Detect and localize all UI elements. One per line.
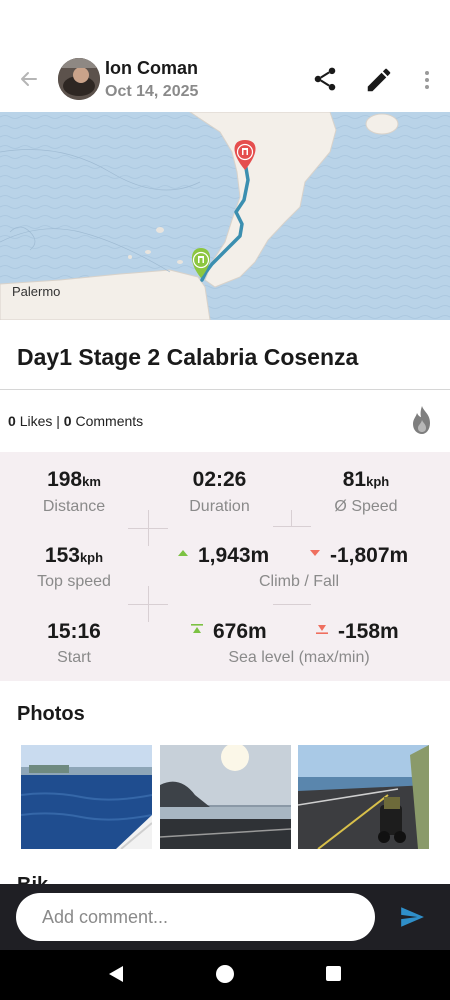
nav-home-button[interactable] xyxy=(216,965,234,983)
climb-up-icon xyxy=(178,550,188,557)
stats-divider xyxy=(273,526,311,527)
share-icon xyxy=(314,67,336,91)
stats-divider xyxy=(148,586,149,622)
more-options-button[interactable] xyxy=(416,65,438,95)
route-map[interactable]: Palermo xyxy=(0,112,450,320)
comments-label: Comments xyxy=(75,413,144,429)
arrow-left-icon xyxy=(21,72,37,86)
photo-thumbnail[interactable] xyxy=(21,745,152,849)
system-nav-bar xyxy=(0,950,450,1000)
status-bar xyxy=(0,0,450,44)
stats-divider xyxy=(273,604,311,605)
more-vert-icon xyxy=(425,71,429,89)
stats-panel: 198km Distance 02:26 Duration 81kph Ø Sp… xyxy=(0,452,450,681)
photo-thumbnail[interactable] xyxy=(160,745,291,849)
top-speed-label: Top speed xyxy=(37,573,111,590)
triangle-back-icon xyxy=(109,966,123,982)
comment-input[interactable] xyxy=(16,893,375,941)
trip-title-row: Day1 Stage 2 Calabria Cosenza xyxy=(0,320,450,390)
comment-bar xyxy=(0,884,450,950)
nav-back-button[interactable] xyxy=(107,964,125,989)
send-button[interactable] xyxy=(398,904,426,930)
like-button[interactable] xyxy=(408,404,436,436)
nav-recents-button[interactable] xyxy=(326,966,341,981)
fall-value: -1,807m xyxy=(310,544,408,568)
avatar[interactable] xyxy=(58,58,100,100)
climb-fall-label: Climb / Fall xyxy=(258,573,339,590)
comments-count: 0 xyxy=(63,413,72,429)
sea-max-value: 676m xyxy=(191,620,267,644)
header: Ion Coman Oct 14, 2025 xyxy=(0,44,450,112)
photo-thumbnail[interactable] xyxy=(298,745,429,849)
flame-icon xyxy=(413,406,430,434)
fall-down-icon xyxy=(310,550,320,557)
climb-value: 1,943m xyxy=(178,544,269,568)
user-name[interactable]: Ion Coman xyxy=(105,58,198,79)
start-time-value: 15:16 xyxy=(47,620,101,643)
map-city-label: Palermo xyxy=(12,284,61,299)
duration-value: 02:26 xyxy=(192,468,247,491)
send-icon xyxy=(401,907,424,927)
edit-button[interactable] xyxy=(364,65,394,95)
distance-value: 198km xyxy=(47,468,101,491)
sea-min-icon xyxy=(316,625,328,635)
avg-speed-label: Ø Speed xyxy=(334,498,398,515)
pencil-icon xyxy=(367,68,391,92)
likes-count: 0 xyxy=(8,413,16,429)
share-button[interactable] xyxy=(311,65,339,93)
sea-level-label: Sea level (max/min) xyxy=(228,649,370,666)
duration-label: Duration xyxy=(189,498,250,515)
sea-min-value: -158m xyxy=(316,620,399,644)
trip-title: Day1 Stage 2 Calabria Cosenza xyxy=(17,344,359,370)
post-date: Oct 14, 2025 xyxy=(105,83,199,100)
distance-label: Distance xyxy=(42,498,106,515)
likes-comments-summary[interactable]: 0 Likes | 0 Comments xyxy=(8,413,143,429)
social-row: 0 Likes | 0 Comments xyxy=(0,391,450,451)
avg-speed-value: 81kph xyxy=(342,468,390,491)
sea-max-icon xyxy=(191,624,203,634)
photos-section-title: Photos xyxy=(17,703,85,725)
likes-label: Likes | xyxy=(19,413,60,429)
start-time-label: Start xyxy=(57,649,91,666)
top-speed-value: 153kph xyxy=(44,544,104,567)
back-button[interactable] xyxy=(14,64,44,94)
